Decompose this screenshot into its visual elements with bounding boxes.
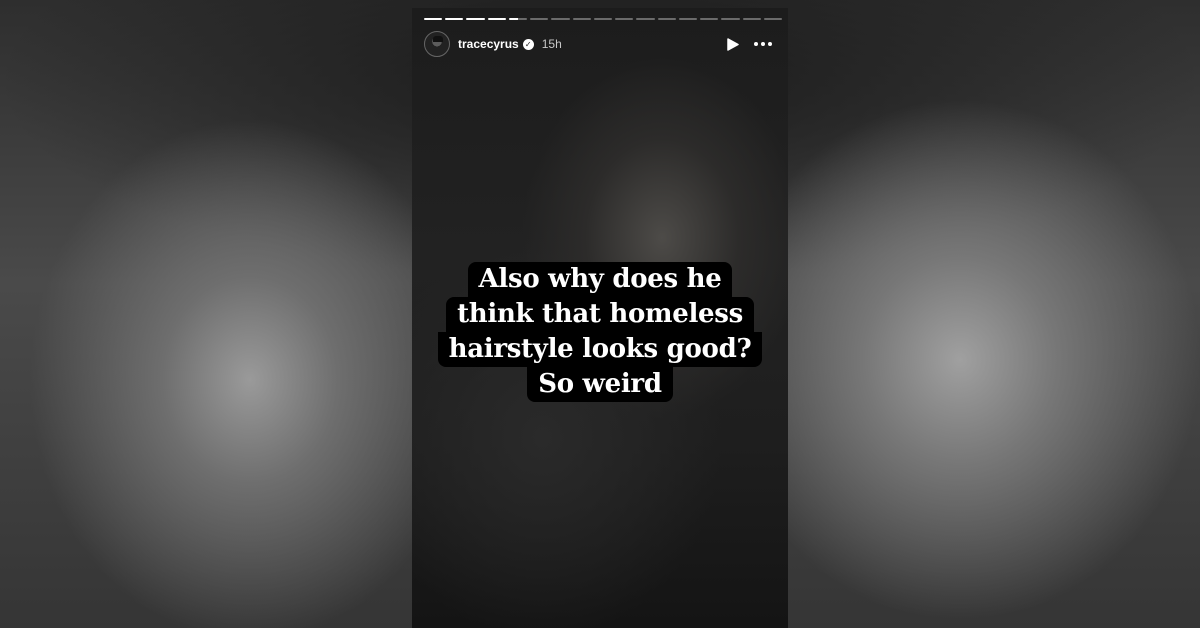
progress-segment <box>593 18 613 20</box>
story-viewer[interactable]: tracecyrus ✓ 15h Also why does he think … <box>412 8 788 628</box>
play-icon <box>727 37 739 51</box>
progress-segment <box>530 18 549 20</box>
progress-segment <box>551 18 570 20</box>
story-header: tracecyrus ✓ 15h <box>424 30 776 58</box>
story-caption: Also why does he think that homeless hai… <box>412 262 788 402</box>
avatar[interactable] <box>424 31 450 57</box>
progress-segment <box>700 18 719 20</box>
post-time: 15h <box>541 37 562 51</box>
progress-segment <box>742 18 761 20</box>
username[interactable]: tracecyrus <box>458 37 519 51</box>
progress-segment <box>636 18 655 20</box>
caption-line: hairstyle looks good? <box>437 332 763 367</box>
progress-segment <box>678 18 698 20</box>
caption-line: Also why does he <box>467 262 733 297</box>
more-options-button[interactable] <box>750 33 776 55</box>
verified-badge-icon: ✓ <box>522 38 534 50</box>
progress-segment <box>487 18 506 20</box>
progress-segment <box>615 18 634 20</box>
more-options-icon <box>754 42 772 46</box>
progress-segment <box>424 18 443 20</box>
progress-segment <box>445 18 464 20</box>
progress-segment <box>657 18 676 20</box>
caption-line: think that homeless <box>446 297 754 332</box>
progress-segment <box>721 18 740 20</box>
story-progress-bar <box>424 18 782 20</box>
progress-segment <box>763 18 782 20</box>
progress-segment <box>466 18 485 20</box>
caption-line: So weird <box>527 367 673 402</box>
play-button[interactable] <box>722 33 744 55</box>
progress-segment <box>572 18 591 20</box>
progress-segment <box>508 18 528 20</box>
